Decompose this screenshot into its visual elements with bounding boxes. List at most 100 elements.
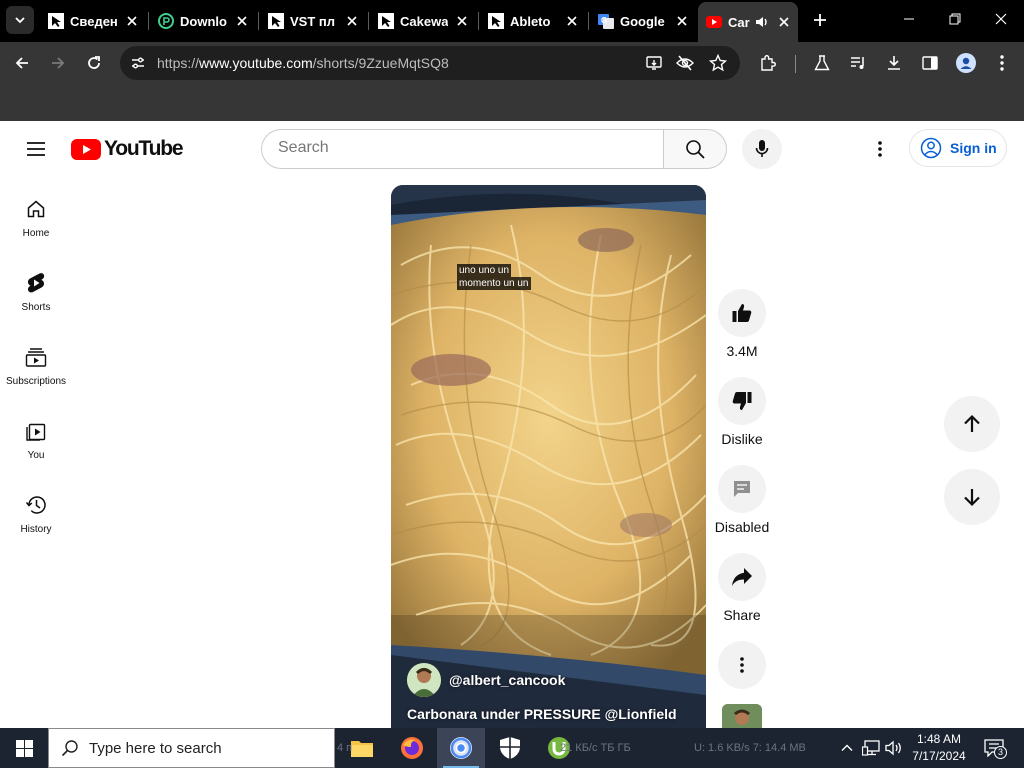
labs-button[interactable] bbox=[810, 51, 834, 75]
home-icon bbox=[24, 197, 48, 221]
close-icon[interactable] bbox=[124, 13, 140, 29]
close-icon[interactable] bbox=[776, 14, 792, 30]
browser-menu-button[interactable] bbox=[990, 51, 1014, 75]
more-actions-button[interactable] bbox=[718, 641, 766, 689]
sidebar-item-label: Home bbox=[22, 228, 50, 239]
shorts-video-player[interactable]: uno uno un momento un un @albert_cancook… bbox=[391, 185, 706, 728]
video-title[interactable]: Carbonara under PRESSURE @Lionfield bbox=[407, 706, 677, 722]
previous-video-button[interactable] bbox=[944, 396, 1000, 452]
search-box[interactable] bbox=[261, 129, 664, 169]
site-settings-icon[interactable] bbox=[126, 51, 150, 75]
browser-tab-active[interactable]: Car bbox=[698, 2, 798, 42]
sound-thumbnail[interactable] bbox=[722, 704, 762, 728]
arrow-down-icon bbox=[964, 489, 980, 507]
close-icon[interactable] bbox=[674, 13, 690, 29]
guide-menu-button[interactable] bbox=[22, 137, 50, 161]
like-action: 3.4M bbox=[710, 289, 774, 359]
taskbar-clock[interactable]: 1:48 AM 7/17/2024 bbox=[904, 731, 974, 765]
browser-tab-5[interactable]: Ableto bbox=[480, 4, 586, 38]
browser-tab-strip: Сведен Downlo VST пл Cakewa Ableto G Goo… bbox=[0, 0, 1024, 42]
restore-icon bbox=[949, 13, 961, 25]
windows-taskbar: Type here to search 4 п 21 КБ/с ТБ ГБ U:… bbox=[0, 728, 1024, 768]
volume-button[interactable] bbox=[884, 738, 904, 758]
share-label: Share bbox=[723, 607, 761, 623]
share-button[interactable] bbox=[718, 553, 766, 601]
like-button[interactable] bbox=[718, 289, 766, 337]
browser-tab-6[interactable]: G Google bbox=[590, 4, 696, 38]
dislike-button[interactable] bbox=[718, 377, 766, 425]
side-panel-icon bbox=[922, 56, 938, 70]
channel-avatar[interactable] bbox=[407, 663, 441, 697]
browser-tab-1[interactable]: Сведен bbox=[40, 4, 146, 38]
music-queue-icon bbox=[851, 57, 864, 69]
video-caption: uno uno un momento un un bbox=[457, 264, 531, 290]
browser-tab-3[interactable]: VST пл bbox=[260, 4, 366, 38]
network-button[interactable] bbox=[861, 738, 881, 758]
sidebar-item-history[interactable]: History bbox=[0, 481, 72, 551]
downloads-button[interactable] bbox=[882, 51, 906, 75]
restore-button[interactable] bbox=[932, 0, 978, 38]
minimize-button[interactable] bbox=[886, 0, 932, 38]
next-video-button[interactable] bbox=[944, 469, 1000, 525]
arrow-left-icon bbox=[15, 57, 28, 69]
subscriptions-icon bbox=[24, 345, 48, 369]
sidebar-item-label: Subscriptions bbox=[5, 376, 67, 387]
bookmark-star-icon[interactable] bbox=[706, 51, 730, 75]
close-icon[interactable] bbox=[564, 13, 580, 29]
speaker-icon[interactable] bbox=[754, 14, 770, 30]
search-icon bbox=[686, 140, 705, 159]
taskbar-search-box[interactable]: Type here to search bbox=[48, 728, 335, 768]
search-button[interactable] bbox=[663, 129, 727, 169]
side-panel-button[interactable] bbox=[918, 51, 942, 75]
sidebar-item-subscriptions[interactable]: Subscriptions bbox=[0, 333, 72, 403]
dislike-action: Dislike bbox=[710, 377, 774, 447]
eye-slash-icon[interactable] bbox=[673, 51, 697, 75]
sidebar-item-home[interactable]: Home bbox=[0, 185, 72, 255]
new-tab-button[interactable] bbox=[808, 8, 832, 32]
voice-search-button[interactable] bbox=[742, 129, 782, 169]
you-icon bbox=[24, 419, 48, 443]
back-button[interactable] bbox=[10, 51, 34, 75]
tab-label: Cakewa bbox=[400, 13, 448, 29]
comments-button[interactable] bbox=[718, 465, 766, 513]
browser-tab-4[interactable]: Cakewa bbox=[370, 4, 476, 38]
tab-label: Ableto bbox=[510, 13, 551, 29]
cursor-icon bbox=[378, 13, 394, 29]
close-icon[interactable] bbox=[234, 13, 250, 29]
media-control-button[interactable] bbox=[846, 51, 870, 75]
channel-info: @albert_cancook bbox=[407, 663, 565, 697]
hamburger-icon bbox=[27, 142, 45, 156]
firefox-button[interactable] bbox=[388, 728, 436, 768]
youtube-icon bbox=[706, 14, 722, 30]
search-input[interactable] bbox=[278, 139, 648, 157]
sidebar-item-you[interactable]: You bbox=[0, 407, 72, 477]
start-button[interactable] bbox=[0, 728, 48, 768]
profile-button[interactable] bbox=[954, 51, 978, 75]
youtube-header: YouTube Sign in bbox=[0, 121, 1024, 177]
minimize-icon bbox=[904, 18, 914, 20]
action-center-button[interactable]: 3 bbox=[980, 736, 1008, 760]
security-app-button[interactable] bbox=[486, 728, 534, 768]
close-window-button[interactable] bbox=[978, 0, 1024, 38]
bookmark-bar bbox=[0, 84, 1024, 121]
sign-in-button[interactable]: Sign in bbox=[909, 129, 1007, 167]
clock-time: 1:48 AM bbox=[916, 732, 962, 746]
reload-button[interactable] bbox=[82, 51, 106, 75]
close-icon[interactable] bbox=[454, 13, 470, 29]
forward-button[interactable] bbox=[46, 51, 70, 75]
channel-name[interactable]: @albert_cancook bbox=[449, 672, 565, 688]
browser-tab-2[interactable]: Downlo bbox=[150, 4, 256, 38]
microphone-icon bbox=[755, 140, 769, 157]
chrome-button[interactable] bbox=[437, 728, 485, 768]
sidebar-item-shorts[interactable]: Shorts bbox=[0, 259, 72, 329]
chevron-up-icon bbox=[841, 744, 853, 751]
extensions-button[interactable] bbox=[756, 51, 780, 75]
youtube-logo[interactable]: YouTube bbox=[71, 137, 184, 161]
close-icon[interactable] bbox=[344, 13, 360, 29]
install-app-icon[interactable] bbox=[642, 51, 666, 75]
background-text-1: 4 п bbox=[337, 742, 353, 754]
show-hidden-icons-button[interactable] bbox=[837, 738, 857, 758]
settings-menu-button[interactable] bbox=[866, 137, 894, 161]
address-bar[interactable]: https://www.youtube.com/shorts/9ZzueMqtS… bbox=[120, 46, 740, 80]
tab-search-button[interactable] bbox=[6, 6, 34, 34]
